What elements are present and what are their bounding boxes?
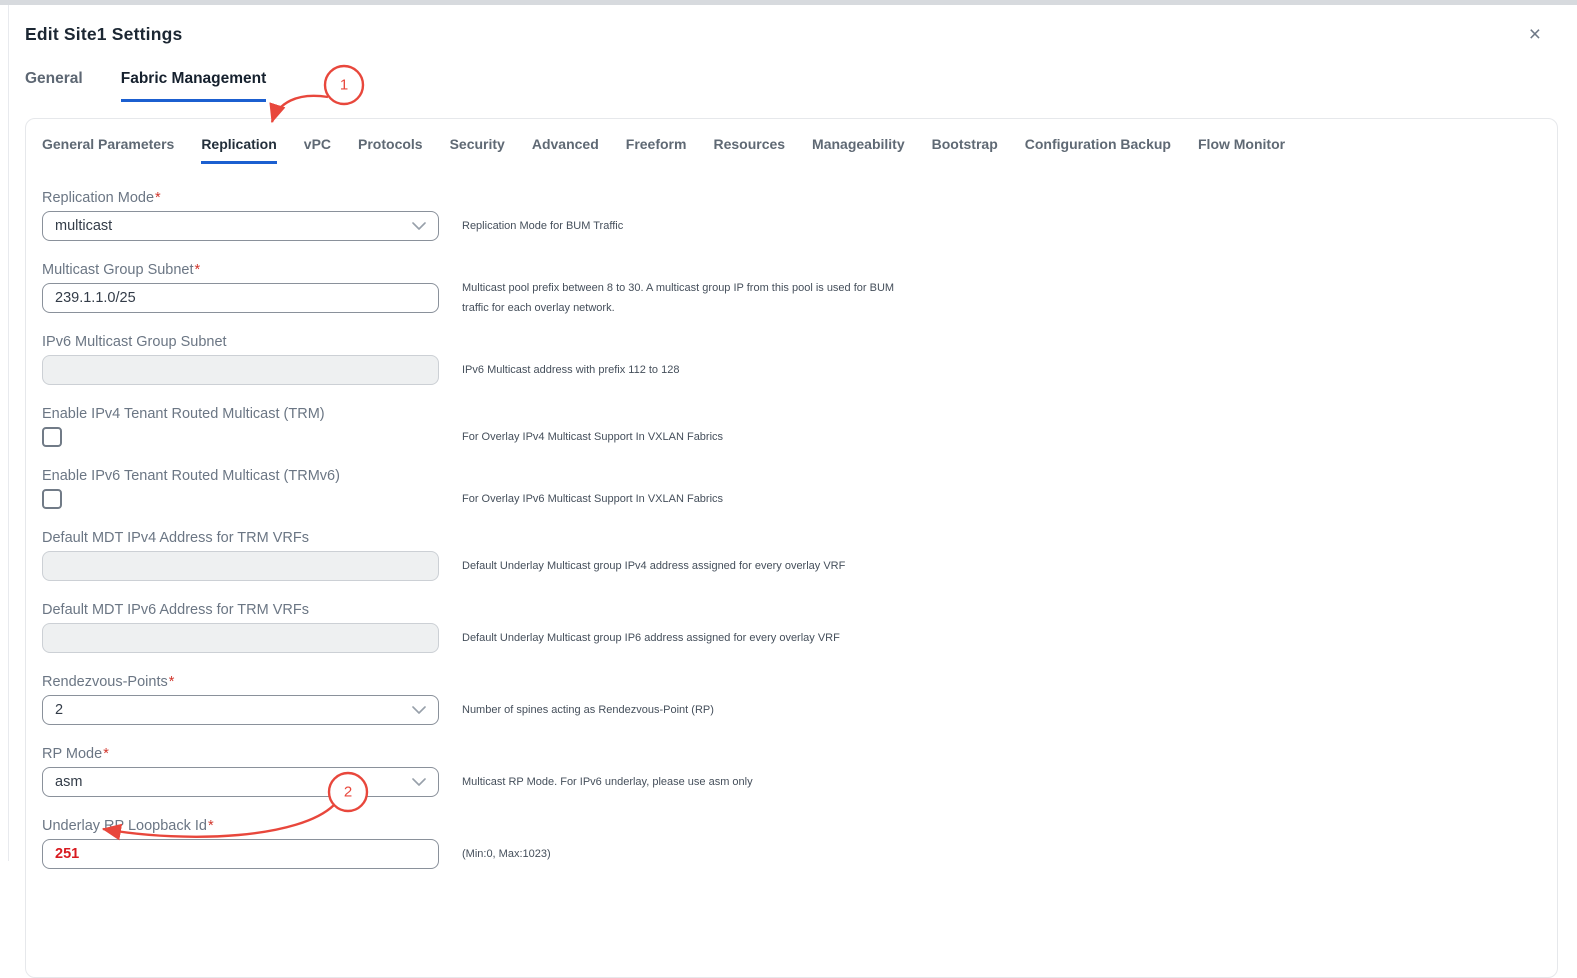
subtab-vpc[interactable]: vPC [304, 136, 331, 164]
select-value: asm [55, 774, 82, 790]
subtab-protocols[interactable]: Protocols [358, 136, 423, 164]
subtab-configuration-backup[interactable]: Configuration Backup [1025, 136, 1171, 164]
field-label: Rendezvous-Points* [42, 674, 1541, 690]
chevron-down-icon [412, 222, 426, 230]
field-row-rendezvous-points: Rendezvous-Points*2Number of spines acti… [42, 674, 1541, 725]
field-control: (Min:0, Max:1023) [42, 839, 439, 869]
field-label: Multicast Group Subnet* [42, 262, 1541, 278]
field-row-underlay-rp-loopback-id: Underlay RP Loopback Id* (Min:0, Max:1023… [42, 818, 1541, 869]
field-control: asmMulticast RP Mode. For IPv6 underlay,… [42, 767, 439, 797]
field-label-text: Rendezvous-Points [42, 674, 168, 690]
dialog-header: Edit Site1 Settings × [9, 5, 1577, 45]
select-value: multicast [55, 218, 112, 234]
enable-ipv6-tenant-routed-multicast-trmv6-checkbox[interactable] [42, 489, 62, 509]
field-control: 2Number of spines acting as Rendezvous-P… [42, 695, 439, 725]
field-help-text: Replication Mode for BUM Traffic [462, 216, 897, 236]
field-row-ipv6-multicast-group-subnet: IPv6 Multicast Group Subnet IPv6 Multicas… [42, 334, 1541, 385]
multicast-group-subnet-input[interactable] [42, 283, 439, 313]
required-asterisk: * [195, 262, 201, 278]
field-control: IPv6 Multicast address with prefix 112 t… [42, 355, 439, 385]
chevron-down-icon [412, 706, 426, 714]
field-label-text: Replication Mode [42, 190, 154, 206]
field-label-text: Enable IPv6 Tenant Routed Multicast (TRM… [42, 468, 340, 484]
tab-fabric-management[interactable]: Fabric Management [121, 70, 267, 102]
field-control: Default Underlay Multicast group IPv4 ad… [42, 551, 439, 581]
field-help-text: IPv6 Multicast address with prefix 112 t… [462, 360, 897, 380]
field-label: Enable IPv6 Tenant Routed Multicast (TRM… [42, 468, 1541, 484]
field-label: IPv6 Multicast Group Subnet [42, 334, 1541, 350]
ipv6-multicast-group-subnet-input[interactable] [42, 355, 439, 385]
dialog-tabs: General Fabric Management [9, 45, 1577, 102]
field-label: RP Mode* [42, 746, 1541, 762]
rendezvous-points-select[interactable]: 2 [42, 695, 439, 725]
field-label-text: Default MDT IPv4 Address for TRM VRFs [42, 530, 309, 546]
subtab-bootstrap[interactable]: Bootstrap [932, 136, 998, 164]
fabric-settings-card: General Parameters Replication vPC Protocol… [25, 118, 1558, 978]
page-title: Edit Site1 Settings [25, 24, 182, 45]
field-label-text: Enable IPv4 Tenant Routed Multicast (TRM… [42, 406, 325, 422]
field-label: Default MDT IPv6 Address for TRM VRFs [42, 602, 1541, 618]
edit-site-settings-dialog: Edit Site1 Settings × General Fabric Man… [8, 5, 1577, 861]
field-help-text: Multicast pool prefix between 8 to 30. A… [462, 278, 897, 318]
field-help-text: For Overlay IPv6 Multicast Support In VX… [462, 489, 897, 509]
field-control: For Overlay IPv4 Multicast Support In VX… [42, 427, 439, 447]
field-row-rp-mode: RP Mode*asmMulticast RP Mode. For IPv6 u… [42, 746, 1541, 797]
subtab-manageability[interactable]: Manageability [812, 136, 905, 164]
field-help-text: Default Underlay Multicast group IPv4 ad… [462, 556, 897, 576]
field-help-text: Multicast RP Mode. For IPv6 underlay, pl… [462, 772, 897, 792]
field-help-text: Default Underlay Multicast group IP6 add… [462, 628, 897, 648]
required-asterisk: * [103, 746, 109, 762]
subtab-resources[interactable]: Resources [713, 136, 785, 164]
close-icon[interactable]: × [1525, 24, 1545, 45]
subtab-freeform[interactable]: Freeform [626, 136, 687, 164]
default-mdt-ipv4-address-for-trm-vrfs-input[interactable] [42, 551, 439, 581]
subtab-replication[interactable]: Replication [201, 136, 276, 164]
subtab-flow-monitor[interactable]: Flow Monitor [1198, 136, 1285, 164]
field-row-default-mdt-ipv6-address-for-trm-vrfs: Default MDT IPv6 Address for TRM VRFs Def… [42, 602, 1541, 653]
field-label-text: Multicast Group Subnet [42, 262, 194, 278]
field-help-text: For Overlay IPv4 Multicast Support In VX… [462, 427, 897, 447]
underlay-rp-loopback-id-input[interactable] [42, 839, 439, 869]
subtab-security[interactable]: Security [450, 136, 505, 164]
field-help-text: (Min:0, Max:1023) [462, 844, 897, 864]
field-control: Default Underlay Multicast group IP6 add… [42, 623, 439, 653]
enable-ipv4-tenant-routed-multicast-trm-checkbox[interactable] [42, 427, 62, 447]
required-asterisk: * [169, 674, 175, 690]
field-control: For Overlay IPv6 Multicast Support In VX… [42, 489, 439, 509]
field-control: multicastReplication Mode for BUM Traffi… [42, 211, 439, 241]
field-label: Replication Mode* [42, 190, 1541, 206]
field-row-multicast-group-subnet: Multicast Group Subnet* Multicast pool pr… [42, 262, 1541, 313]
chevron-down-icon [412, 778, 426, 786]
field-label-text: Default MDT IPv6 Address for TRM VRFs [42, 602, 309, 618]
field-label: Underlay RP Loopback Id* [42, 818, 1541, 834]
field-label-text: IPv6 Multicast Group Subnet [42, 334, 227, 350]
subtab-general-parameters[interactable]: General Parameters [42, 136, 174, 164]
field-label-text: Underlay RP Loopback Id [42, 818, 207, 834]
field-label: Enable IPv4 Tenant Routed Multicast (TRM… [42, 406, 1541, 422]
tab-general[interactable]: General [25, 70, 83, 102]
field-row-enable-ipv4-tenant-routed-multicast-trm: Enable IPv4 Tenant Routed Multicast (TRM… [42, 406, 1541, 447]
field-row-replication-mode: Replication Mode*multicastReplication Mo… [42, 190, 1541, 241]
default-mdt-ipv6-address-for-trm-vrfs-input[interactable] [42, 623, 439, 653]
rp-mode-select[interactable]: asm [42, 767, 439, 797]
field-control: Multicast pool prefix between 8 to 30. A… [42, 283, 439, 313]
replication-form: Replication Mode*multicastReplication Mo… [26, 164, 1557, 869]
required-asterisk: * [155, 190, 161, 206]
subtab-advanced[interactable]: Advanced [532, 136, 599, 164]
field-label-text: RP Mode [42, 746, 102, 762]
field-label: Default MDT IPv4 Address for TRM VRFs [42, 530, 1541, 546]
field-row-default-mdt-ipv4-address-for-trm-vrfs: Default MDT IPv4 Address for TRM VRFs Def… [42, 530, 1541, 581]
select-value: 2 [55, 702, 63, 718]
field-row-enable-ipv6-tenant-routed-multicast-trmv6: Enable IPv6 Tenant Routed Multicast (TRM… [42, 468, 1541, 509]
fabric-subtabs: General Parameters Replication vPC Protocol… [26, 119, 1557, 164]
field-help-text: Number of spines acting as Rendezvous-Po… [462, 700, 897, 720]
required-asterisk: * [208, 818, 214, 834]
replication-mode-select[interactable]: multicast [42, 211, 439, 241]
